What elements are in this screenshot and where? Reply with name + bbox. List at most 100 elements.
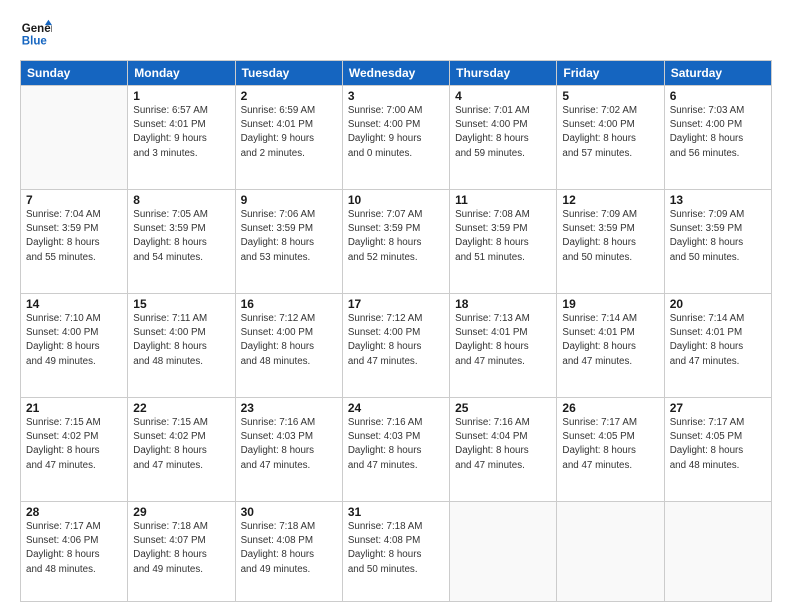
calendar-cell: 10Sunrise: 7:07 AMSunset: 3:59 PMDayligh… — [342, 190, 449, 294]
day-info: Sunrise: 7:17 AMSunset: 4:05 PMDaylight:… — [562, 416, 658, 473]
day-info: Sunrise: 7:11 AMSunset: 4:00 PMDaylight:… — [133, 312, 229, 369]
day-info: Sunrise: 7:16 AMSunset: 4:04 PMDaylight:… — [455, 416, 551, 473]
day-number: 19 — [562, 297, 658, 311]
day-of-week-header: Friday — [557, 61, 664, 86]
day-number: 12 — [562, 193, 658, 207]
calendar-cell: 19Sunrise: 7:14 AMSunset: 4:01 PMDayligh… — [557, 294, 664, 398]
calendar-cell: 7Sunrise: 7:04 AMSunset: 3:59 PMDaylight… — [21, 190, 128, 294]
calendar-cell: 9Sunrise: 7:06 AMSunset: 3:59 PMDaylight… — [235, 190, 342, 294]
day-info: Sunrise: 7:12 AMSunset: 4:00 PMDaylight:… — [241, 312, 337, 369]
calendar-cell: 13Sunrise: 7:09 AMSunset: 3:59 PMDayligh… — [664, 190, 771, 294]
day-number: 25 — [455, 401, 551, 415]
day-number: 14 — [26, 297, 122, 311]
day-number: 24 — [348, 401, 444, 415]
day-of-week-header: Saturday — [664, 61, 771, 86]
day-number: 22 — [133, 401, 229, 415]
day-number: 1 — [133, 89, 229, 103]
day-info: Sunrise: 7:03 AMSunset: 4:00 PMDaylight:… — [670, 104, 766, 161]
svg-text:Blue: Blue — [22, 36, 48, 48]
day-info: Sunrise: 7:01 AMSunset: 4:00 PMDaylight:… — [455, 104, 551, 161]
calendar-cell: 22Sunrise: 7:15 AMSunset: 4:02 PMDayligh… — [128, 398, 235, 502]
day-number: 2 — [241, 89, 337, 103]
day-of-week-header: Monday — [128, 61, 235, 86]
calendar-cell — [21, 86, 128, 190]
calendar-cell: 18Sunrise: 7:13 AMSunset: 4:01 PMDayligh… — [450, 294, 557, 398]
day-info: Sunrise: 7:07 AMSunset: 3:59 PMDaylight:… — [348, 208, 444, 265]
day-number: 27 — [670, 401, 766, 415]
day-info: Sunrise: 7:12 AMSunset: 4:00 PMDaylight:… — [348, 312, 444, 369]
day-info: Sunrise: 7:18 AMSunset: 4:08 PMDaylight:… — [348, 520, 444, 577]
calendar-cell: 17Sunrise: 7:12 AMSunset: 4:00 PMDayligh… — [342, 294, 449, 398]
calendar-cell: 31Sunrise: 7:18 AMSunset: 4:08 PMDayligh… — [342, 502, 449, 602]
day-info: Sunrise: 7:10 AMSunset: 4:00 PMDaylight:… — [26, 312, 122, 369]
calendar-cell: 20Sunrise: 7:14 AMSunset: 4:01 PMDayligh… — [664, 294, 771, 398]
day-number: 5 — [562, 89, 658, 103]
day-number: 21 — [26, 401, 122, 415]
day-number: 11 — [455, 193, 551, 207]
day-info: Sunrise: 7:04 AMSunset: 3:59 PMDaylight:… — [26, 208, 122, 265]
day-of-week-header: Sunday — [21, 61, 128, 86]
day-info: Sunrise: 7:06 AMSunset: 3:59 PMDaylight:… — [241, 208, 337, 265]
day-number: 13 — [670, 193, 766, 207]
calendar-cell: 23Sunrise: 7:16 AMSunset: 4:03 PMDayligh… — [235, 398, 342, 502]
day-info: Sunrise: 7:17 AMSunset: 4:06 PMDaylight:… — [26, 520, 122, 577]
header: General Blue — [20, 18, 772, 50]
calendar-cell: 25Sunrise: 7:16 AMSunset: 4:04 PMDayligh… — [450, 398, 557, 502]
calendar-cell: 27Sunrise: 7:17 AMSunset: 4:05 PMDayligh… — [664, 398, 771, 502]
day-info: Sunrise: 7:15 AMSunset: 4:02 PMDaylight:… — [133, 416, 229, 473]
logo-icon: General Blue — [20, 18, 52, 50]
calendar-table: SundayMondayTuesdayWednesdayThursdayFrid… — [20, 60, 772, 602]
day-info: Sunrise: 7:18 AMSunset: 4:07 PMDaylight:… — [133, 520, 229, 577]
day-number: 7 — [26, 193, 122, 207]
day-number: 3 — [348, 89, 444, 103]
day-info: Sunrise: 7:16 AMSunset: 4:03 PMDaylight:… — [241, 416, 337, 473]
day-of-week-header: Thursday — [450, 61, 557, 86]
day-number: 8 — [133, 193, 229, 207]
calendar-cell: 3Sunrise: 7:00 AMSunset: 4:00 PMDaylight… — [342, 86, 449, 190]
day-info: Sunrise: 7:15 AMSunset: 4:02 PMDaylight:… — [26, 416, 122, 473]
day-info: Sunrise: 7:09 AMSunset: 3:59 PMDaylight:… — [562, 208, 658, 265]
logo: General Blue — [20, 18, 56, 50]
day-info: Sunrise: 7:09 AMSunset: 3:59 PMDaylight:… — [670, 208, 766, 265]
day-info: Sunrise: 7:14 AMSunset: 4:01 PMDaylight:… — [562, 312, 658, 369]
day-number: 17 — [348, 297, 444, 311]
day-info: Sunrise: 7:05 AMSunset: 3:59 PMDaylight:… — [133, 208, 229, 265]
calendar-cell: 8Sunrise: 7:05 AMSunset: 3:59 PMDaylight… — [128, 190, 235, 294]
day-info: Sunrise: 7:18 AMSunset: 4:08 PMDaylight:… — [241, 520, 337, 577]
calendar-cell: 24Sunrise: 7:16 AMSunset: 4:03 PMDayligh… — [342, 398, 449, 502]
calendar-cell: 5Sunrise: 7:02 AMSunset: 4:00 PMDaylight… — [557, 86, 664, 190]
calendar-cell — [557, 502, 664, 602]
calendar-cell — [664, 502, 771, 602]
day-number: 29 — [133, 505, 229, 519]
calendar-cell: 2Sunrise: 6:59 AMSunset: 4:01 PMDaylight… — [235, 86, 342, 190]
calendar-cell: 12Sunrise: 7:09 AMSunset: 3:59 PMDayligh… — [557, 190, 664, 294]
calendar-cell: 29Sunrise: 7:18 AMSunset: 4:07 PMDayligh… — [128, 502, 235, 602]
day-number: 23 — [241, 401, 337, 415]
day-number: 9 — [241, 193, 337, 207]
calendar-cell: 11Sunrise: 7:08 AMSunset: 3:59 PMDayligh… — [450, 190, 557, 294]
day-number: 31 — [348, 505, 444, 519]
calendar-cell: 30Sunrise: 7:18 AMSunset: 4:08 PMDayligh… — [235, 502, 342, 602]
day-number: 18 — [455, 297, 551, 311]
calendar-cell: 4Sunrise: 7:01 AMSunset: 4:00 PMDaylight… — [450, 86, 557, 190]
day-number: 16 — [241, 297, 337, 311]
day-info: Sunrise: 7:14 AMSunset: 4:01 PMDaylight:… — [670, 312, 766, 369]
day-info: Sunrise: 7:02 AMSunset: 4:00 PMDaylight:… — [562, 104, 658, 161]
calendar-cell — [450, 502, 557, 602]
calendar-cell: 1Sunrise: 6:57 AMSunset: 4:01 PMDaylight… — [128, 86, 235, 190]
day-number: 26 — [562, 401, 658, 415]
day-info: Sunrise: 6:57 AMSunset: 4:01 PMDaylight:… — [133, 104, 229, 161]
calendar-cell: 26Sunrise: 7:17 AMSunset: 4:05 PMDayligh… — [557, 398, 664, 502]
day-number: 28 — [26, 505, 122, 519]
day-of-week-header: Tuesday — [235, 61, 342, 86]
calendar-cell: 21Sunrise: 7:15 AMSunset: 4:02 PMDayligh… — [21, 398, 128, 502]
day-number: 10 — [348, 193, 444, 207]
day-number: 4 — [455, 89, 551, 103]
day-info: Sunrise: 7:17 AMSunset: 4:05 PMDaylight:… — [670, 416, 766, 473]
calendar-cell: 28Sunrise: 7:17 AMSunset: 4:06 PMDayligh… — [21, 502, 128, 602]
day-number: 15 — [133, 297, 229, 311]
day-number: 20 — [670, 297, 766, 311]
day-info: Sunrise: 6:59 AMSunset: 4:01 PMDaylight:… — [241, 104, 337, 161]
calendar-cell: 15Sunrise: 7:11 AMSunset: 4:00 PMDayligh… — [128, 294, 235, 398]
day-info: Sunrise: 7:16 AMSunset: 4:03 PMDaylight:… — [348, 416, 444, 473]
